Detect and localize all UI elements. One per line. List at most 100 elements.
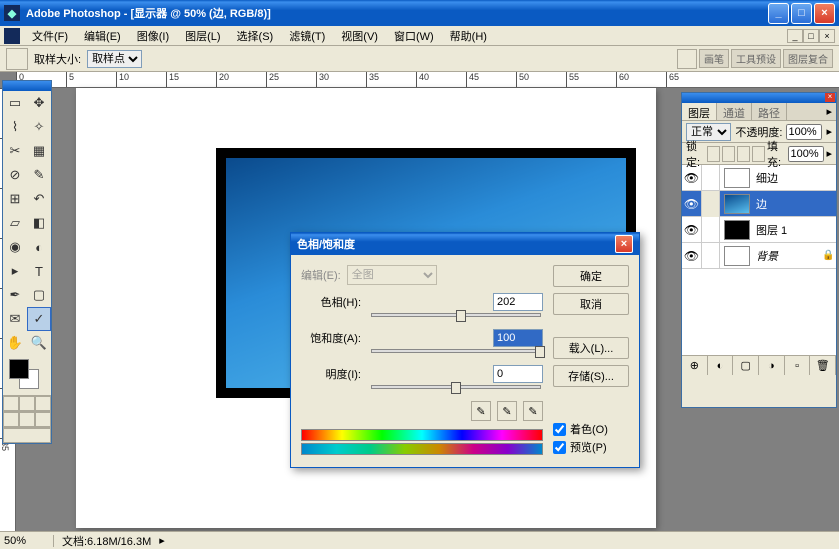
quick-mask-on[interactable] <box>19 396 35 411</box>
lock-image-button[interactable] <box>722 146 735 162</box>
layer-style-button[interactable]: ⊕ <box>682 356 708 375</box>
layer-thumbnail[interactable] <box>724 168 750 188</box>
lock-transparency-button[interactable] <box>707 146 720 162</box>
marquee-tool[interactable]: ▭ <box>3 91 27 115</box>
dodge-tool[interactable]: ◐ <box>27 235 51 259</box>
close-button[interactable]: × <box>814 3 835 24</box>
menu-edit[interactable]: 编辑(E) <box>76 26 129 46</box>
type-tool[interactable]: T <box>27 259 51 283</box>
clone-stamp-tool[interactable]: ⊞ <box>3 187 27 211</box>
layer-thumbnail[interactable] <box>724 246 750 266</box>
sample-size-select[interactable]: 取样点 <box>87 50 142 68</box>
eyedropper-button[interactable]: ✎ <box>471 401 491 421</box>
menu-window[interactable]: 窗口(W) <box>386 26 442 46</box>
layer-name[interactable]: 图层 1 <box>754 222 836 238</box>
gradient-tool[interactable]: ◧ <box>27 211 51 235</box>
layer-name[interactable]: 边 <box>754 196 836 212</box>
maximize-button[interactable]: □ <box>791 3 812 24</box>
tab-channels[interactable]: 通道 <box>717 103 752 120</box>
dock-tab-brushes[interactable]: 画笔 <box>699 49 729 68</box>
toolbox-titlebar[interactable] <box>3 81 51 91</box>
preview-checkbox[interactable]: 预览(P) <box>553 439 629 455</box>
fill-input[interactable] <box>788 146 824 162</box>
move-tool[interactable]: ✥ <box>27 91 51 115</box>
visibility-toggle[interactable]: 👁 <box>682 165 702 191</box>
dock-tab-tool-presets[interactable]: 工具预设 <box>731 49 781 68</box>
menu-select[interactable]: 选择(S) <box>229 26 282 46</box>
colorize-checkbox[interactable]: 着色(O) <box>553 421 629 437</box>
menu-layer[interactable]: 图层(L) <box>177 26 228 46</box>
fill-flyout[interactable]: ▸ <box>826 147 832 160</box>
eraser-tool[interactable]: ▱ <box>3 211 27 235</box>
zoom-level[interactable]: 50% <box>4 535 54 547</box>
eyedropper-tool[interactable]: ✓ <box>27 307 51 331</box>
history-brush-tool[interactable]: ↶ <box>27 187 51 211</box>
crop-tool[interactable]: ✂ <box>3 139 27 163</box>
layer-row[interactable]: 👁 边 <box>682 191 836 217</box>
opacity-input[interactable] <box>786 124 822 140</box>
jump-to-imageready[interactable] <box>3 428 51 443</box>
layer-name[interactable]: 细边 <box>754 170 836 186</box>
path-selection-tool[interactable]: ▸ <box>3 259 27 283</box>
tab-paths[interactable]: 路径 <box>752 103 787 120</box>
panel-titlebar[interactable]: × <box>682 93 836 103</box>
palette-well-button[interactable] <box>677 49 697 69</box>
shape-tool[interactable]: ▢ <box>27 283 51 307</box>
magic-wand-tool[interactable]: ✧ <box>27 115 51 139</box>
doc-minimize-button[interactable]: _ <box>787 29 803 43</box>
layer-thumbnail[interactable] <box>724 194 750 214</box>
panel-menu-button[interactable]: ▸ <box>822 103 836 120</box>
screen-mode-full-menubar[interactable] <box>19 412 35 427</box>
healing-brush-tool[interactable]: ⊘ <box>3 163 27 187</box>
notes-tool[interactable]: ✉ <box>3 307 27 331</box>
doc-size[interactable]: 文档:6.18M/16.3M <box>62 533 151 549</box>
minimize-button[interactable]: _ <box>768 3 789 24</box>
screen-mode-full[interactable] <box>35 412 51 427</box>
opacity-flyout[interactable]: ▸ <box>826 125 832 138</box>
delete-layer-button[interactable]: 🗑 <box>810 356 836 375</box>
dialog-titlebar[interactable]: 色相/饱和度 × <box>291 233 639 255</box>
layer-row[interactable]: 👁 图层 1 <box>682 217 836 243</box>
layer-name[interactable]: 背景 <box>754 248 822 264</box>
doc-close-button[interactable]: × <box>819 29 835 43</box>
save-button[interactable]: 存储(S)... <box>553 365 629 387</box>
pen-tool[interactable]: ✒ <box>3 283 27 307</box>
hand-tool[interactable]: ✋ <box>3 331 27 355</box>
load-button[interactable]: 载入(L)... <box>553 337 629 359</box>
saturation-input[interactable] <box>493 329 543 347</box>
hue-slider[interactable] <box>371 313 541 317</box>
lightness-input[interactable] <box>493 365 543 383</box>
saturation-slider[interactable] <box>371 349 541 353</box>
lightness-slider[interactable] <box>371 385 541 389</box>
hue-input[interactable] <box>493 293 543 311</box>
brush-tool[interactable]: ✎ <box>27 163 51 187</box>
foreground-color-swatch[interactable] <box>9 359 29 379</box>
dock-tab-layer-comps[interactable]: 图层复合 <box>783 49 833 68</box>
lock-position-button[interactable] <box>737 146 750 162</box>
layer-mask-button[interactable]: ◐ <box>708 356 734 375</box>
panel-close-button[interactable]: × <box>825 93 835 102</box>
menu-filter[interactable]: 滤镜(T) <box>281 26 333 46</box>
adjustment-layer-button[interactable]: ◑ <box>759 356 785 375</box>
lock-all-button[interactable] <box>752 146 765 162</box>
layer-row[interactable]: 👁 细边 <box>682 165 836 191</box>
visibility-toggle[interactable]: 👁 <box>682 191 702 217</box>
doc-restore-button[interactable]: □ <box>803 29 819 43</box>
menu-help[interactable]: 帮助(H) <box>442 26 495 46</box>
visibility-toggle[interactable]: 👁 <box>682 243 702 269</box>
layer-row[interactable]: 👁 背景 🔒 <box>682 243 836 269</box>
slice-tool[interactable]: ▦ <box>27 139 51 163</box>
cancel-button[interactable]: 取消 <box>553 293 629 315</box>
lasso-tool[interactable]: ⌇ <box>3 115 27 139</box>
screen-mode-standard[interactable] <box>3 412 19 427</box>
blur-tool[interactable]: ◉ <box>3 235 27 259</box>
eyedropper-add-button[interactable]: ✎ <box>497 401 517 421</box>
menu-file[interactable]: 文件(F) <box>24 26 76 46</box>
menu-view[interactable]: 视图(V) <box>333 26 386 46</box>
ok-button[interactable]: 确定 <box>553 265 629 287</box>
zoom-tool[interactable]: 🔍 <box>27 331 51 355</box>
tab-layers[interactable]: 图层 <box>682 103 717 120</box>
eyedropper-subtract-button[interactable]: ✎ <box>523 401 543 421</box>
current-tool-preset[interactable] <box>6 48 28 70</box>
new-set-button[interactable]: ▢ <box>733 356 759 375</box>
